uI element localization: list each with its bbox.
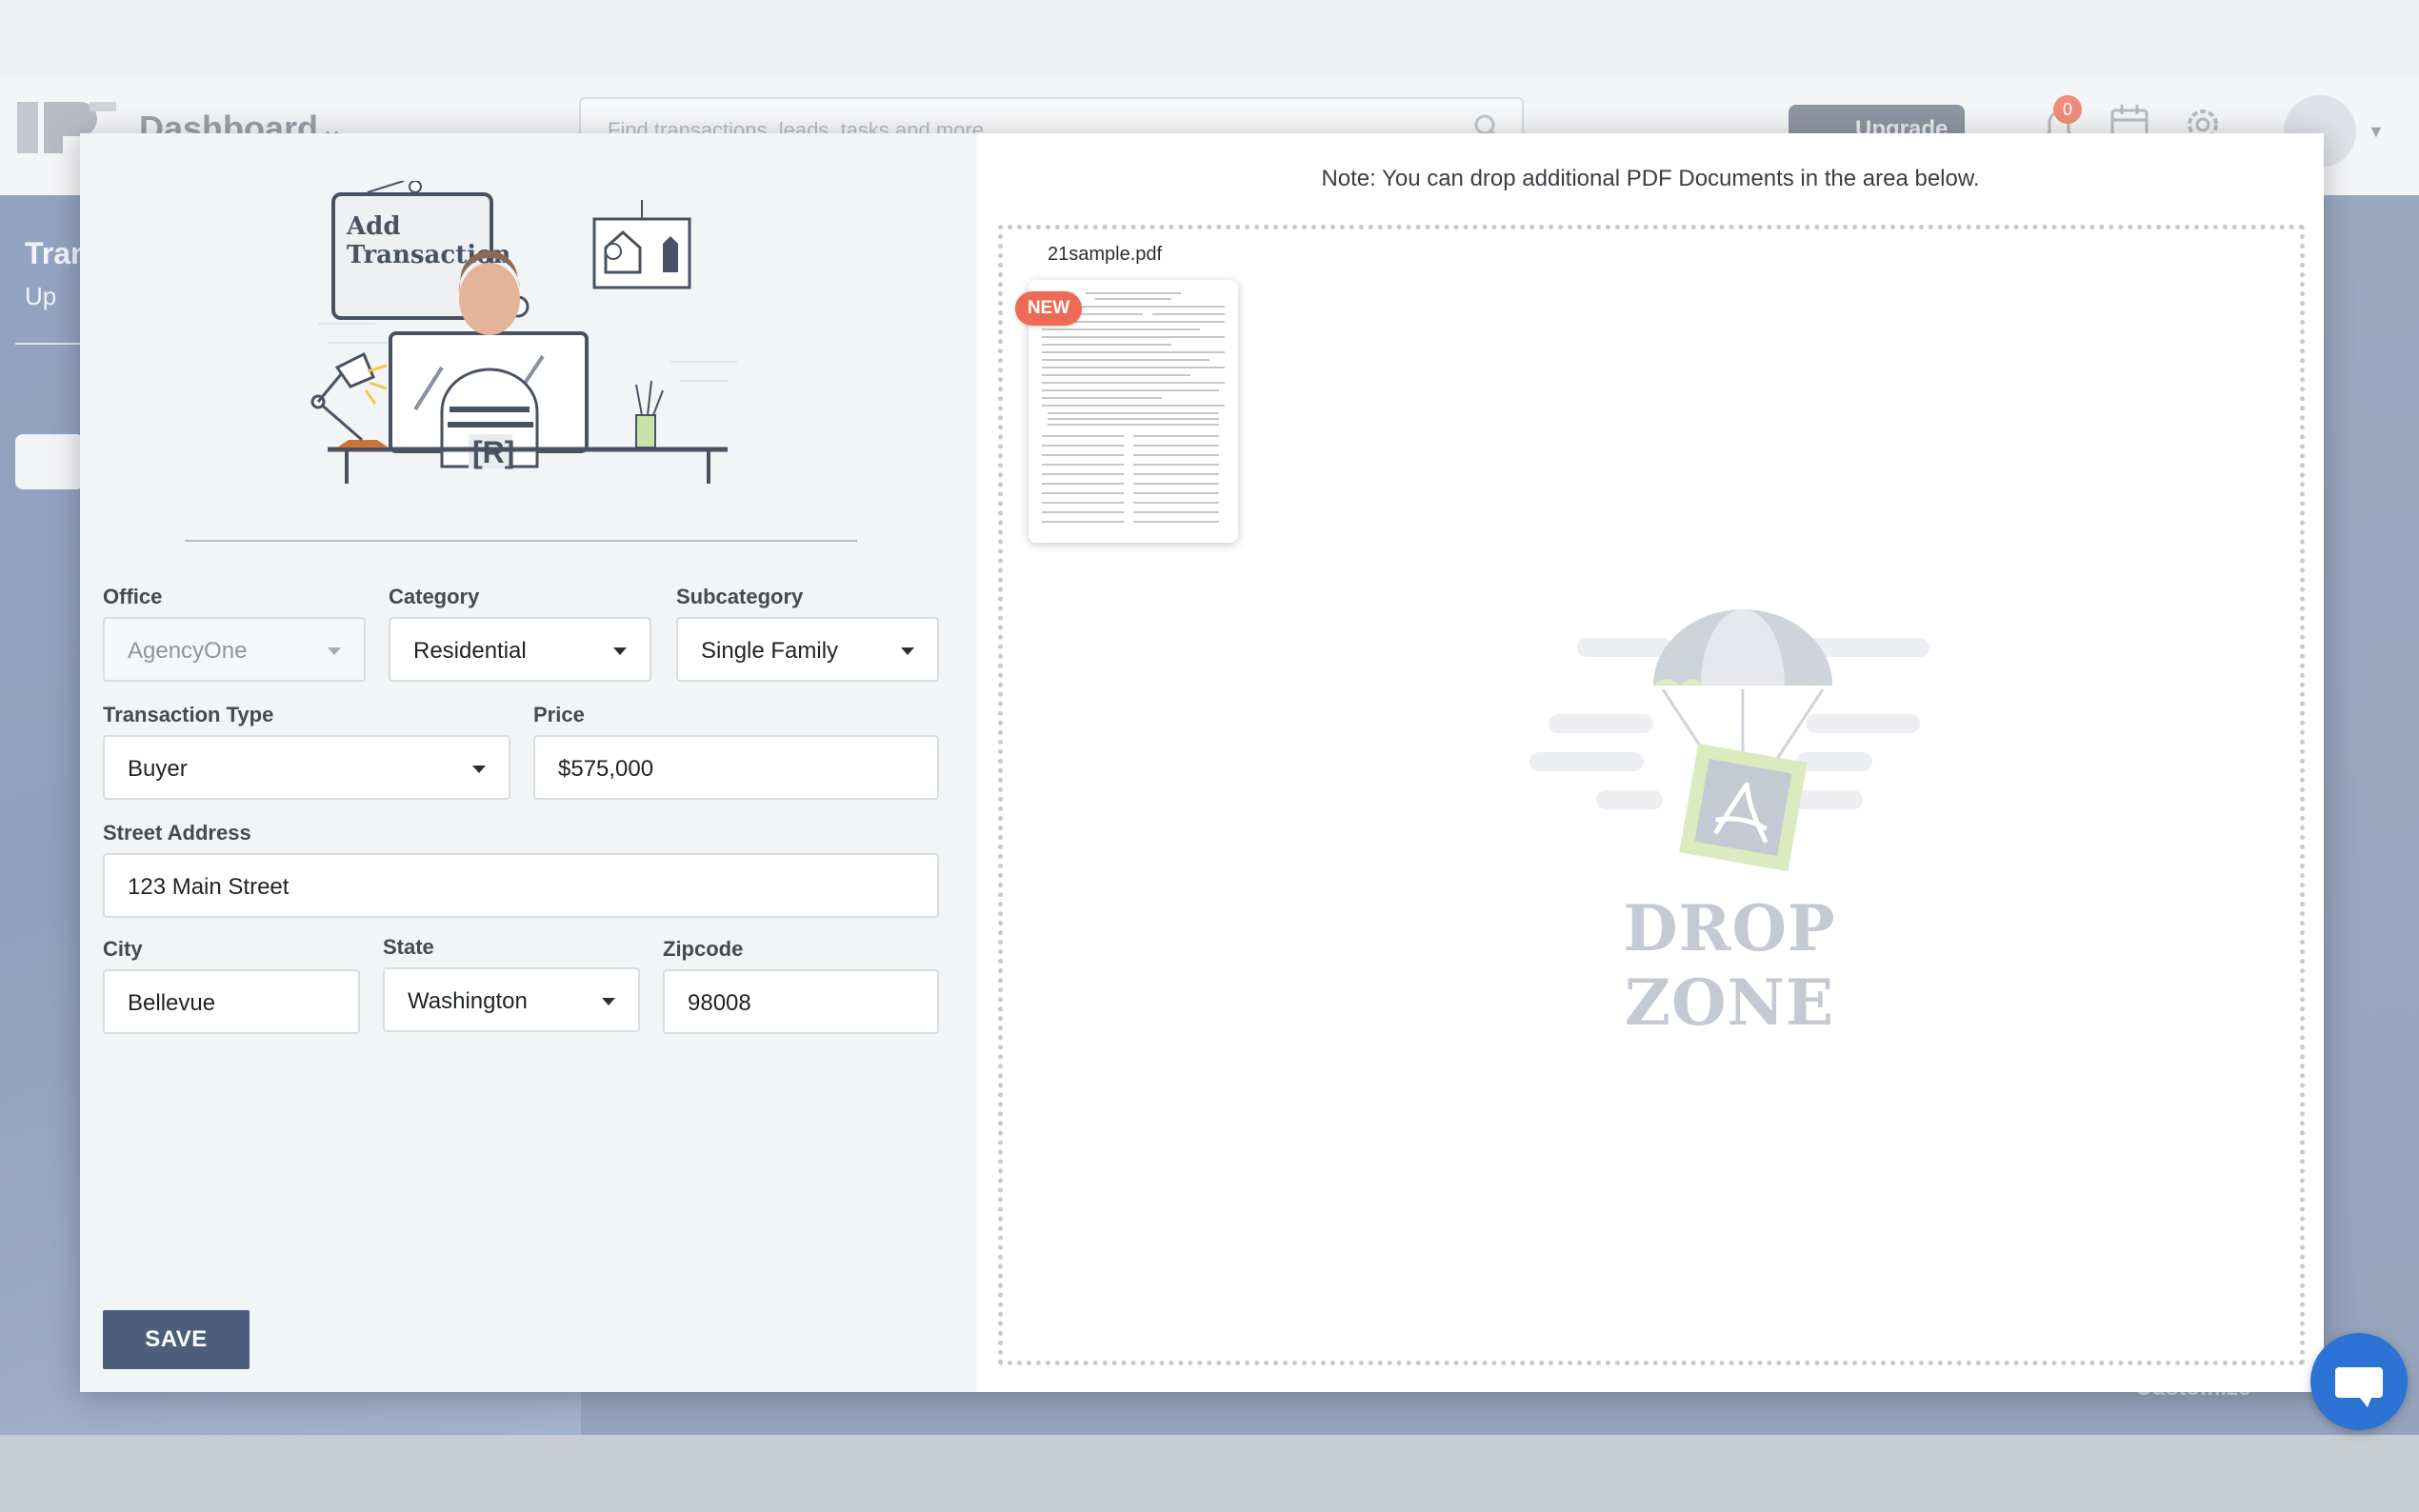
state-label: State	[383, 935, 434, 959]
zipcode-value: 98008	[688, 990, 751, 1016]
transaction-type-label: Transaction Type	[103, 703, 274, 726]
parachute-pdf-icon	[1529, 609, 1929, 872]
state-value: Washington	[408, 988, 528, 1014]
category-value: Residential	[413, 638, 527, 664]
add-transaction-modal: Add Transaction [R] Office AgencyOne Cat…	[80, 133, 2324, 1392]
sidebar-subtitle[interactable]: Up	[25, 282, 56, 311]
page-footer-area	[0, 1435, 2419, 1512]
city-input[interactable]: Bellevue	[103, 969, 360, 1034]
transaction-type-select[interactable]: Buyer	[103, 735, 510, 800]
chat-button[interactable]	[2310, 1333, 2408, 1430]
city-value: Bellevue	[128, 990, 216, 1016]
chat-bubble-icon	[2335, 1367, 2383, 1407]
zipcode-input[interactable]: 98008	[663, 969, 939, 1034]
document-filename[interactable]: 21sample.pdf	[1048, 244, 1162, 266]
office-select[interactable]: AgencyOne	[103, 617, 366, 682]
browser-top-area	[0, 0, 2419, 76]
sidebar-card[interactable]	[15, 434, 84, 489]
subcategory-value: Single Family	[701, 638, 839, 664]
price-input[interactable]: $575,000	[533, 735, 939, 800]
price-label: Price	[533, 703, 585, 726]
caret-down-icon	[472, 766, 486, 773]
sidebar-divider	[15, 343, 82, 345]
caret-down-icon[interactable]: ▼	[2368, 122, 2385, 142]
subcategory-label: Subcategory	[676, 585, 804, 608]
category-select[interactable]: Residential	[389, 617, 651, 682]
document-drop-pane: Note: You can drop additional PDF Docume…	[977, 133, 2324, 1392]
state-select[interactable]: Washington	[383, 967, 640, 1032]
add-transaction-illustration: Add Transaction [R]	[310, 181, 737, 484]
caret-down-icon	[901, 647, 914, 655]
category-label: Category	[389, 585, 480, 608]
drop-note: Note: You can drop additional PDF Docume…	[1321, 166, 1980, 191]
price-value: $575,000	[558, 756, 654, 782]
street-address-input[interactable]: 123 Main Street	[103, 853, 939, 918]
city-label: City	[103, 937, 143, 961]
office-label: Office	[103, 585, 163, 608]
save-button[interactable]: SAVE	[103, 1310, 250, 1369]
drop-zone-label: DROP ZONE	[1623, 891, 1836, 1040]
transaction-type-value: Buyer	[128, 756, 188, 782]
street-address-value: 123 Main Street	[128, 874, 290, 900]
form-divider	[185, 540, 857, 542]
transaction-form-pane: Add Transaction [R] Office AgencyOne Cat…	[80, 133, 977, 1392]
caret-down-icon	[602, 998, 615, 1005]
subcategory-select[interactable]: Single Family	[676, 617, 939, 682]
illustration-title-line1: Add	[346, 212, 401, 241]
street-address-label: Street Address	[103, 821, 251, 845]
zipcode-label: Zipcode	[663, 937, 744, 961]
caret-down-icon	[328, 647, 341, 655]
new-badge: NEW	[1015, 291, 1082, 326]
office-value: AgencyOne	[128, 638, 248, 664]
svg-text:[R]: [R]	[472, 435, 514, 469]
caret-down-icon	[613, 647, 627, 655]
notification-count-badge: 0	[2053, 95, 2082, 124]
